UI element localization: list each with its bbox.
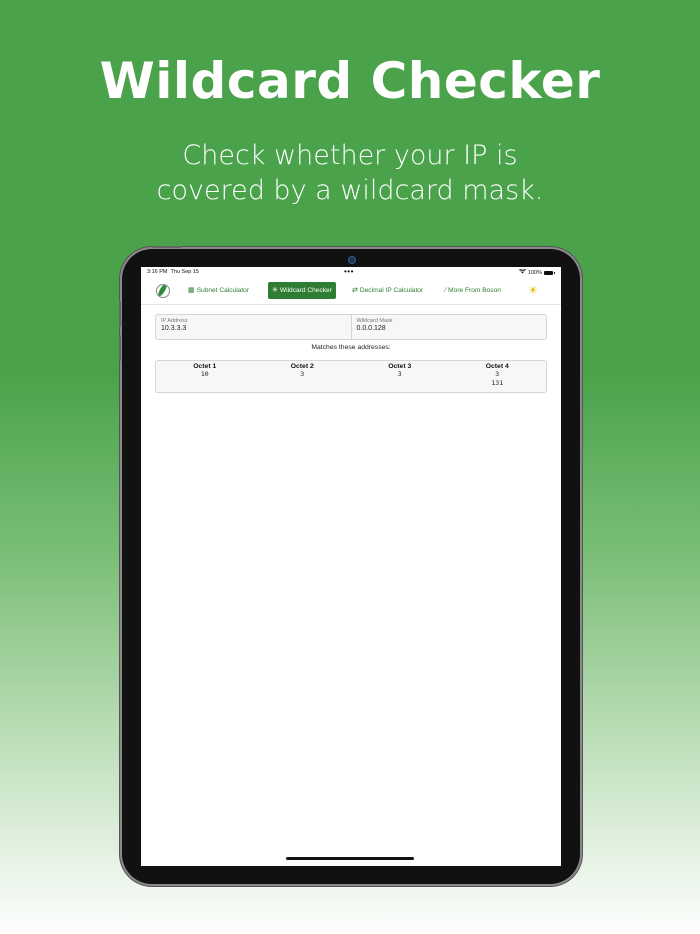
input-fields: IP Address 10.3.3.3 Wildcard Mask 0.0.0.… xyxy=(155,314,547,340)
octet-value: 3 xyxy=(300,370,305,378)
octet-header: Octet 1 xyxy=(193,363,217,370)
octet-header: Octet 3 xyxy=(388,363,412,370)
volume-button xyxy=(119,335,121,361)
promo-subtitle-line-2: covered by a wildcard mask. xyxy=(156,175,544,206)
ip-address-field[interactable]: IP Address 10.3.3.3 xyxy=(156,315,351,339)
wildcard-mask-field[interactable]: Wildcard Mask 0.0.0.128 xyxy=(350,315,547,339)
octet-value: 10 xyxy=(200,370,209,378)
wildcard-mask-input[interactable]: 0.0.0.128 xyxy=(357,325,542,332)
promo-subtitle-line-1: Check whether your IP is xyxy=(182,140,518,171)
volume-button xyxy=(119,301,121,327)
calculator-icon: ▦ xyxy=(188,287,195,294)
octet-header: Octet 4 xyxy=(485,363,509,370)
octet-column: Octet 2 3 xyxy=(254,361,352,392)
ip-address-label: IP Address xyxy=(161,318,188,324)
octet-value: 131 xyxy=(491,379,504,387)
promo-subtitle: Check whether your IP is covered by a wi… xyxy=(0,138,700,208)
tab-subnet-calculator[interactable]: ▦ Subnet Calculator xyxy=(184,282,253,299)
swap-arrows-icon: ⇄ xyxy=(352,287,358,294)
status-time: 3:16 PM Thu Sep 15 xyxy=(147,269,199,275)
ipad-frame: 3:16 PM Thu Sep 15 ••• 100% ▦ Subnet Calc… xyxy=(119,246,580,884)
status-right: 100% xyxy=(518,268,555,276)
home-indicator[interactable] xyxy=(286,857,414,860)
top-button xyxy=(152,246,182,248)
octet-column: Octet 1 10 xyxy=(156,361,254,392)
battery-icon xyxy=(544,270,555,275)
sun-icon[interactable]: ☀ xyxy=(528,284,538,297)
octet-value: 3 xyxy=(495,370,500,378)
wildcard-mask-label: Wildcard Mask xyxy=(356,318,393,324)
octet-column: Octet 4 3 131 xyxy=(449,361,547,392)
promo-title: Wildcard Checker xyxy=(99,52,601,110)
battery-percent: 100% xyxy=(527,269,542,276)
app-screen: 3:16 PM Thu Sep 15 ••• 100% ▦ Subnet Calc… xyxy=(141,267,561,866)
matches-heading: Matches these addresses: xyxy=(311,344,391,351)
wifi-icon xyxy=(518,268,526,276)
ip-address-input[interactable]: 10.3.3.3 xyxy=(161,325,346,332)
asterisk-icon: ✳ xyxy=(272,287,278,294)
octet-results: Octet 1 10 Octet 2 3 Octet 3 3 Octet 4 3… xyxy=(155,360,547,393)
multitasking-dots[interactable]: ••• xyxy=(344,267,354,276)
octet-column: Octet 3 3 xyxy=(351,361,449,392)
boson-leaf-icon: ∕ xyxy=(445,287,447,294)
status-bar: 3:16 PM Thu Sep 15 ••• 100% xyxy=(141,267,561,279)
octet-value: 3 xyxy=(397,370,402,378)
boson-logo-icon[interactable] xyxy=(156,284,170,298)
tab-wildcard-checker[interactable]: ✳ Wildcard Checker xyxy=(268,282,336,299)
tab-more-from-boson[interactable]: ∕ More From Boson xyxy=(441,282,505,299)
tab-decimal-ip-calculator[interactable]: ⇄ Decimal IP Calculator xyxy=(348,282,427,299)
front-camera xyxy=(348,256,356,264)
top-nav: ▦ Subnet Calculator ✳ Wildcard Checker ⇄ De… xyxy=(141,280,561,305)
octet-header: Octet 2 xyxy=(290,363,314,370)
